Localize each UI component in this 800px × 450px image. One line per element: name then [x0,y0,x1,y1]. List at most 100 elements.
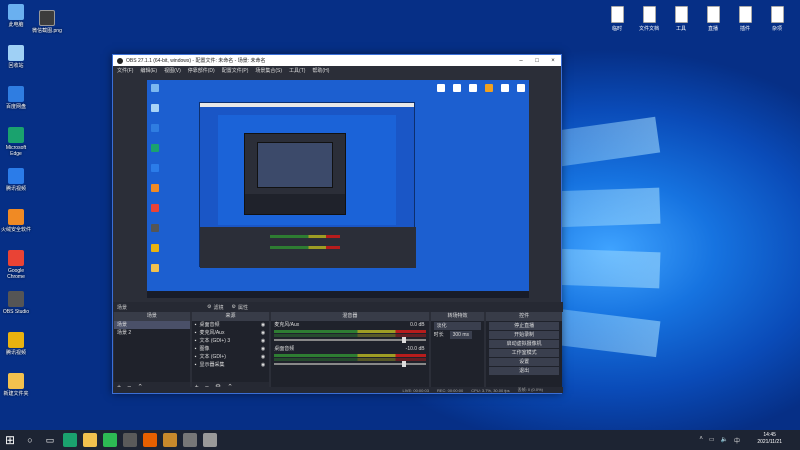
wechat-icon[interactable] [100,430,120,450]
source-item[interactable]: ▪ 显示器采集 ◉ [192,361,270,369]
desktop-icon[interactable]: 腾讯视频 [1,168,31,192]
visibility-eye-icon[interactable]: ◉ [261,361,265,369]
desktop-icon-screenshot[interactable]: 微信截图.png [32,10,62,34]
up-arrow-icon[interactable]: ˄ [699,436,703,445]
app-icon [8,250,24,266]
minimize-icon[interactable]: – [513,58,529,64]
desktop-icon[interactable]: 回收站 [1,45,31,69]
app-icon [8,209,24,225]
taskbar: ⊞ ○ ▭ ˄ ▭ 🔈 中 14:45 2021/11/21 [0,430,800,450]
menu-item[interactable]: 配置文件(P) [222,67,249,74]
desktop-folder-icon[interactable]: 直播 [701,6,725,32]
network-icon[interactable]: ▭ [709,436,715,445]
desktop-icon-label: 文件文档 [638,26,659,32]
menu-item[interactable]: 帮助(H) [312,67,329,74]
desktop-icon[interactable]: 火绒安全软件 [1,209,31,233]
nested-obs-window-2 [244,133,346,215]
volume-slider[interactable] [274,337,426,343]
source-label: 麦克风/Aux [199,330,225,336]
desktop-icon-label: 新建文件夹 [3,391,29,397]
cpu-status: CPU: 3.7%, 30.00 fps [471,387,510,393]
app-icon [8,127,24,143]
duration-input[interactable]: 300 ms [449,331,472,339]
gear-icon[interactable]: ⚙ [207,304,211,310]
desktop-icon-label: 百度网盘 [5,104,26,110]
close-icon[interactable]: × [545,58,561,64]
desktop-icon-label: 杂项 [771,26,782,32]
desktop-folder-icon[interactable]: 文件文档 [637,6,661,32]
control-button[interactable]: 开始录制 [489,331,559,339]
recorder-icon[interactable] [180,430,200,450]
control-button[interactable]: 工作室模式 [489,349,559,357]
nested-titlebar [200,103,414,107]
desktop-icon[interactable]: 腾讯视频 [1,332,31,356]
control-button[interactable]: 设置 [489,358,559,366]
obs-icon[interactable] [120,430,140,450]
explorer-icon-glyph [83,433,97,447]
edge-icon[interactable] [60,430,80,450]
source-type-icon: ▪ [194,362,197,368]
task-view-icon[interactable]: ▭ [40,430,60,450]
firefox-icon[interactable] [140,430,160,450]
scene-item[interactable]: 场景 [114,321,190,329]
obs-window[interactable]: OBS 27.1.1 (64-bit, windows) - 配置文件: 未命名… [112,54,563,394]
desktop-icon[interactable]: 百度网盘 [1,86,31,110]
visibility-eye-icon[interactable]: ◉ [261,353,265,361]
maximize-icon[interactable]: □ [529,58,545,64]
start-icon-glyph: ⊞ [4,433,16,447]
desktop-icon[interactable]: Microsoft Edge [1,127,31,157]
search-icon[interactable]: ○ [20,430,40,450]
visibility-eye-icon[interactable]: ◉ [261,345,265,353]
nested-meter [270,235,340,238]
desktop-folder-icon[interactable]: 插件 [733,6,757,32]
desktop-icon-label: 直播 [707,26,718,32]
desktop-icon[interactable]: Google Chrome [1,250,31,280]
clock[interactable]: 14:45 2021/11/21 [757,432,782,446]
visibility-eye-icon[interactable]: ◉ [261,329,265,337]
desktop-folder-icon[interactable]: 临时 [605,6,629,32]
source-item[interactable]: ▪ 文本 (GDI+) 3 ◉ [192,337,270,345]
volume-icon[interactable]: 🔈 [721,436,728,445]
scene-panel-label: 场景 [117,304,128,311]
desktop-icon[interactable]: 新建文件夹 [1,373,31,397]
settings-icon[interactable]: ⚙ [232,304,236,310]
explorer-icon[interactable] [80,430,100,450]
app-icon [8,4,24,20]
volume-slider[interactable] [274,361,426,367]
control-button[interactable]: 启动虚拟摄像机 [489,340,559,348]
app-icon [8,291,24,307]
source-item[interactable]: ▪ 文本 (GDI+) ◉ [192,353,270,361]
preview-desktop-icon [151,204,159,212]
menu-item[interactable]: 停靠部件(D) [188,67,215,74]
source-item[interactable]: ▪ 麦克风/Aux ◉ [192,329,270,337]
image-file-icon [39,10,55,26]
mixer-channel-name: 麦克风/Aux [274,322,300,328]
desktop-folder-icon[interactable]: 杂项 [765,6,789,32]
menu-item[interactable]: 场景集合(S) [255,67,282,74]
source-item[interactable]: ▪ 图像 ◉ [192,345,270,353]
visibility-eye-icon[interactable]: ◉ [261,337,265,345]
menu-item[interactable]: 工具(T) [289,67,305,74]
control-button[interactable]: 退出 [489,367,559,375]
visibility-eye-icon[interactable]: ◉ [261,321,265,329]
scene-item[interactable]: 场景 2 [114,329,190,337]
desktop-folder-icon[interactable]: 工具 [669,6,693,32]
filters-tab[interactable]: 滤镜 [213,304,223,311]
control-button[interactable]: 停止直播 [489,322,559,330]
start-icon[interactable]: ⊞ [0,430,20,450]
desktop-icon[interactable]: 此电脑 [1,4,31,28]
app-icon[interactable] [160,430,180,450]
obs-preview[interactable] [147,80,529,298]
desktop-icon[interactable]: OBS Studio [1,291,31,315]
preview-desktop-icon [485,84,493,92]
menu-item[interactable]: 文件(F) [117,67,133,74]
scenes-dock: 场景 场景场景 2 +−⌃⌄ [114,312,190,392]
obs-titlebar[interactable]: OBS 27.1.1 (64-bit, windows) - 配置文件: 未命名… [113,55,561,66]
ime-icon[interactable]: 中 [734,436,740,445]
source-item[interactable]: ▪ 桌面音频 ◉ [192,321,270,329]
transition-select[interactable]: 淡化 [433,322,482,330]
chrome-icon[interactable] [200,430,220,450]
menu-item[interactable]: 视图(V) [164,67,181,74]
properties-tab[interactable]: 属性 [238,304,248,311]
menu-item[interactable]: 编辑(E) [140,67,157,74]
